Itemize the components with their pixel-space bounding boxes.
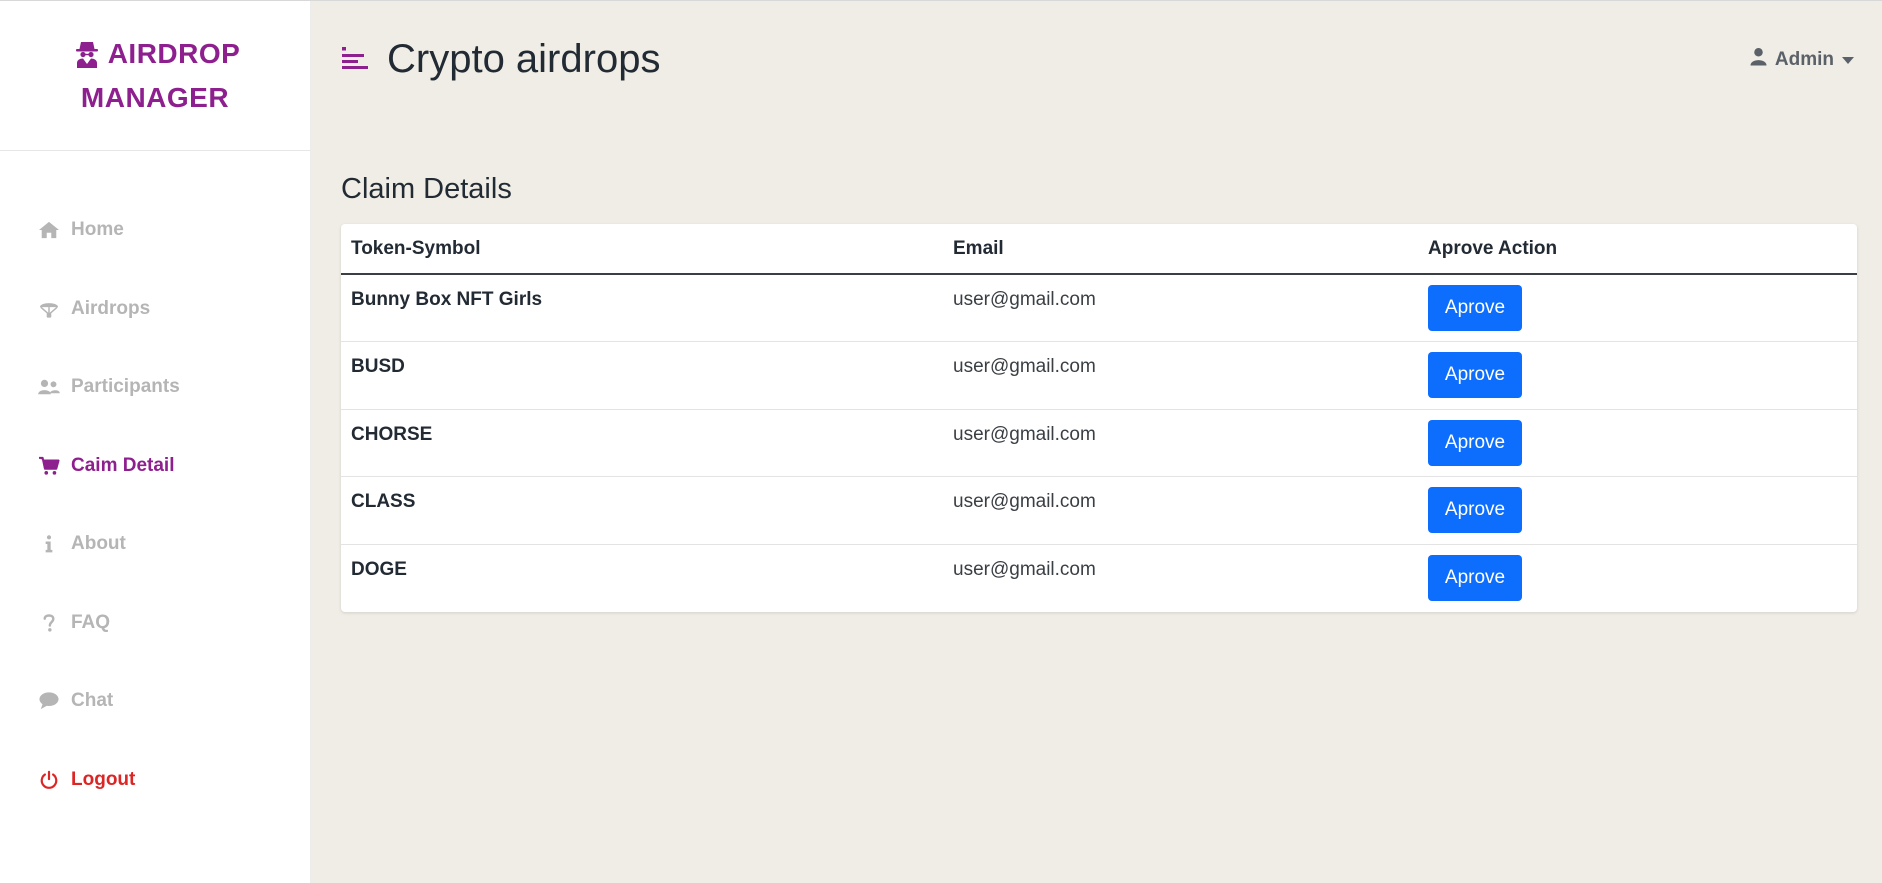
- action-cell: Aprove: [1418, 274, 1857, 342]
- sidebar-nav: Home Airdrops Participants Caim Detail A…: [0, 151, 310, 819]
- chat-icon: [37, 690, 61, 712]
- email-cell: user@gmail.com: [953, 558, 1096, 580]
- brand-logo[interactable]: AIRDROP MANAGER: [0, 1, 310, 151]
- action-cell: Aprove: [1418, 409, 1857, 477]
- info-icon: [37, 533, 61, 555]
- sidebar: AIRDROP MANAGER Home Airdrops Participan…: [0, 1, 311, 883]
- sidebar-item-label: Participants: [71, 376, 180, 398]
- action-cell: Aprove: [1418, 341, 1857, 410]
- users-icon: [37, 376, 61, 398]
- sidebar-item-label: Home: [71, 219, 124, 241]
- sidebar-item-label: FAQ: [71, 611, 111, 633]
- sidebar-item-home[interactable]: Home: [0, 191, 310, 270]
- table-header-row: Token-Symbol Email Aprove Action: [341, 224, 1857, 275]
- token-cell: CLASS: [341, 476, 943, 545]
- brand-text-line2: MANAGER: [80, 81, 230, 113]
- table-row: CLASS user@gmail.com Aprove: [341, 476, 1857, 545]
- user-menu[interactable]: Admin: [1750, 47, 1854, 72]
- parachute-icon: [37, 298, 61, 320]
- home-icon: [37, 219, 61, 241]
- table-row: BUSD user@gmail.com Aprove: [341, 341, 1857, 410]
- approve-button[interactable]: Aprove: [1428, 554, 1522, 601]
- caret-down-icon: [1842, 49, 1854, 71]
- app: AIRDROP MANAGER Home Airdrops Participan…: [0, 0, 1882, 883]
- sidebar-item-label: Caim Detail: [71, 454, 175, 476]
- approve-button[interactable]: Aprove: [1428, 419, 1522, 466]
- action-cell: Aprove: [1418, 544, 1857, 612]
- sidebar-item-chat[interactable]: Chat: [0, 662, 310, 741]
- email-cell: user@gmail.com: [943, 274, 1418, 342]
- sidebar-item-claim-detail[interactable]: Caim Detail: [0, 427, 310, 506]
- menu-toggle-icon[interactable]: [341, 45, 369, 73]
- approve-button[interactable]: Aprove: [1428, 487, 1522, 533]
- sidebar-item-logout[interactable]: Logout: [0, 741, 310, 820]
- email-cell: user@gmail.com: [943, 476, 1418, 545]
- cart-icon: [37, 455, 61, 477]
- token-cell: CHORSE: [341, 409, 943, 477]
- sidebar-item-label: Logout: [71, 768, 136, 790]
- sidebar-item-label: Chat: [71, 690, 114, 712]
- column-header-token: Token-Symbol: [341, 224, 943, 275]
- user-icon: [1750, 47, 1767, 72]
- token-cell: Bunny Box NFT Girls: [341, 274, 943, 342]
- brand-text-line1: AIRDROP: [107, 37, 241, 69]
- section-title: Claim Details: [341, 173, 512, 205]
- claims-table: Token-Symbol Email Aprove Action Bunny B…: [341, 224, 1857, 612]
- user-name: Admin: [1774, 48, 1834, 70]
- table-row: CHORSE user@gmail.com Aprove: [341, 409, 1857, 477]
- brand-line1: AIRDROP: [74, 32, 241, 76]
- main-content: Crypto airdrops Admin Claim Details Toke…: [311, 1, 1882, 883]
- email-cell: user@gmail.com: [943, 409, 1418, 477]
- question-icon: [37, 612, 61, 634]
- email-cell: user@gmail.com: [943, 341, 1418, 410]
- table-row: Bunny Box NFT Girls user@gmail.com Aprov…: [341, 274, 1857, 342]
- sidebar-item-airdrops[interactable]: Airdrops: [0, 270, 310, 349]
- page-title: Crypto airdrops: [387, 37, 661, 81]
- token-cell: DOGE: [351, 558, 407, 580]
- power-icon: [37, 769, 61, 791]
- user-secret-icon: [74, 40, 100, 68]
- topbar: Crypto airdrops Admin: [311, 1, 1882, 121]
- sidebar-item-label: Airdrops: [71, 297, 151, 319]
- table-row: DOGE user@gmail.com Aprove: [341, 544, 1857, 612]
- action-cell: Aprove: [1418, 476, 1857, 545]
- column-header-email: Email: [943, 224, 1418, 275]
- sidebar-item-faq[interactable]: FAQ: [0, 584, 310, 663]
- sidebar-item-about[interactable]: About: [0, 505, 310, 584]
- sidebar-item-participants[interactable]: Participants: [0, 348, 310, 427]
- column-header-action: Aprove Action: [1418, 224, 1857, 275]
- approve-button[interactable]: Aprove: [1428, 352, 1522, 398]
- claims-table-card: Token-Symbol Email Aprove Action Bunny B…: [341, 224, 1857, 612]
- sidebar-item-label: About: [71, 533, 126, 555]
- approve-button[interactable]: Aprove: [1428, 285, 1522, 331]
- token-cell: BUSD: [341, 341, 943, 410]
